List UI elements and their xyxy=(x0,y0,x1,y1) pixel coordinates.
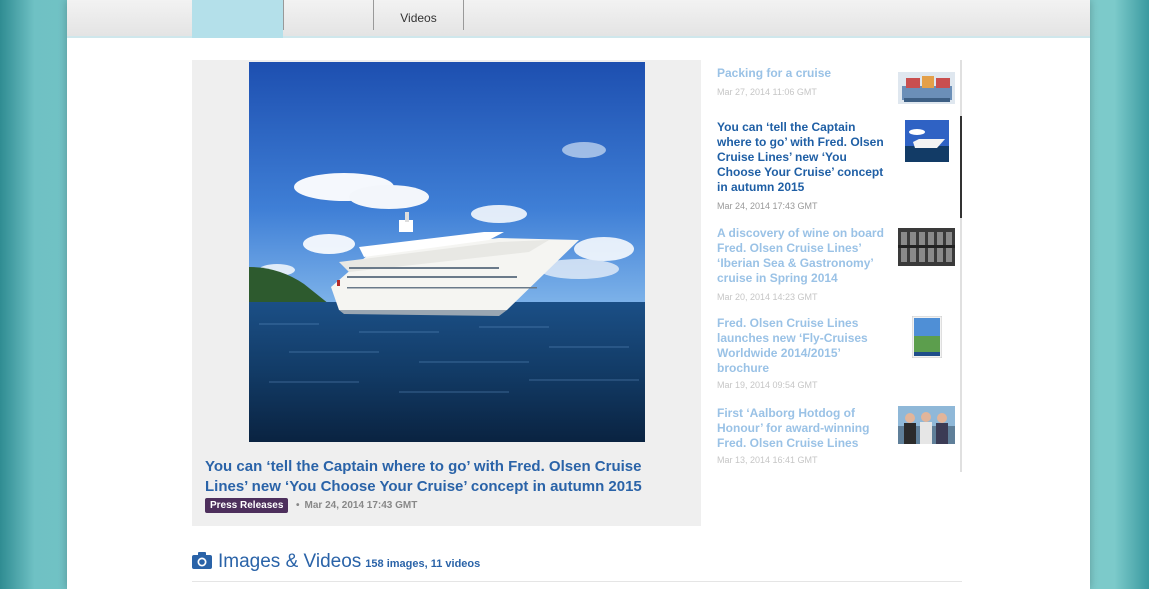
list-item-title[interactable]: Packing for a cruise xyxy=(717,66,892,81)
tab-label xyxy=(284,10,373,11)
list-item-title[interactable]: A discovery of wine on board Fred. Olsen… xyxy=(717,226,892,286)
featured-story-title[interactable]: You can ‘tell the Captain where to go’ w… xyxy=(205,457,675,497)
cruise-ship-image xyxy=(249,62,645,442)
tab-label xyxy=(464,10,553,11)
list-item-date: Mar 24, 2014 17:43 GMT xyxy=(717,201,818,211)
suitcases-thumbnail[interactable] xyxy=(898,72,955,104)
tab-images-videos[interactable]: Videos xyxy=(374,0,463,38)
tab-label-top xyxy=(464,0,553,10)
thumbnail-image xyxy=(898,406,955,444)
list-item[interactable]: First ‘Aalborg Hotdog of Honour’ for awa… xyxy=(717,406,962,476)
hero-image[interactable] xyxy=(249,62,645,442)
related-stories-list: Packing for a cruise Mar 27, 2014 11:06 … xyxy=(717,62,962,472)
divider xyxy=(192,581,962,582)
section-title-text: Images & Videos xyxy=(218,551,362,572)
thumbnail-image xyxy=(912,316,942,358)
list-item[interactable]: Packing for a cruise Mar 27, 2014 11:06 … xyxy=(717,66,962,106)
featured-story-date: • Mar 24, 2014 17:43 GMT xyxy=(296,500,417,511)
media-count: 158 images, 11 videos xyxy=(365,558,481,570)
page: Videos You can ‘tell the Captain where t… xyxy=(67,0,1090,589)
featured-story: You can ‘tell the Captain where to go’ w… xyxy=(192,60,701,526)
camera-icon xyxy=(192,552,212,575)
tab-label xyxy=(192,10,283,11)
list-item-date: Mar 19, 2014 09:54 GMT xyxy=(717,380,818,390)
tab-events[interactable] xyxy=(284,0,373,38)
list-item-date: Mar 13, 2014 16:41 GMT xyxy=(717,455,818,465)
date-text: Mar 24, 2014 17:43 GMT xyxy=(304,500,418,511)
list-item-title[interactable]: You can ‘tell the Captain where to go’ w… xyxy=(717,120,892,195)
list-item[interactable]: You can ‘tell the Captain where to go’ w… xyxy=(717,120,962,211)
wine-cellar-thumbnail[interactable] xyxy=(898,228,955,266)
brochure-thumbnail[interactable] xyxy=(912,316,942,358)
tab-label-top xyxy=(374,0,463,10)
images-videos-heading[interactable]: Images & Videos 158 images, 11 videos xyxy=(192,551,480,575)
category-badge[interactable]: Press Releases xyxy=(205,498,289,513)
thumbnail-image xyxy=(905,120,949,162)
tab-news[interactable] xyxy=(192,0,283,38)
tab-label-top xyxy=(192,0,283,10)
list-item-date: Mar 20, 2014 14:23 GMT xyxy=(717,292,818,302)
tab-bar: Videos xyxy=(67,0,1090,38)
list-item-date: Mar 27, 2014 11:06 GMT xyxy=(717,87,817,97)
tab-label: Videos xyxy=(400,11,437,25)
thumbnail-image xyxy=(898,228,955,266)
list-item-title[interactable]: Fred. Olsen Cruise Lines launches new ‘F… xyxy=(717,316,892,376)
list-item[interactable]: A discovery of wine on board Fred. Olsen… xyxy=(717,226,962,306)
list-item-title[interactable]: First ‘Aalborg Hotdog of Honour’ for awa… xyxy=(717,406,892,451)
cruise-ship-thumbnail[interactable] xyxy=(905,120,949,162)
tab-label-top xyxy=(284,0,373,10)
tab-documents[interactable] xyxy=(464,0,553,38)
separator-dot: • xyxy=(296,500,300,511)
thumbnail-image xyxy=(898,72,955,104)
list-item[interactable]: Fred. Olsen Cruise Lines launches new ‘F… xyxy=(717,316,962,396)
people-thumbnail[interactable] xyxy=(898,406,955,444)
